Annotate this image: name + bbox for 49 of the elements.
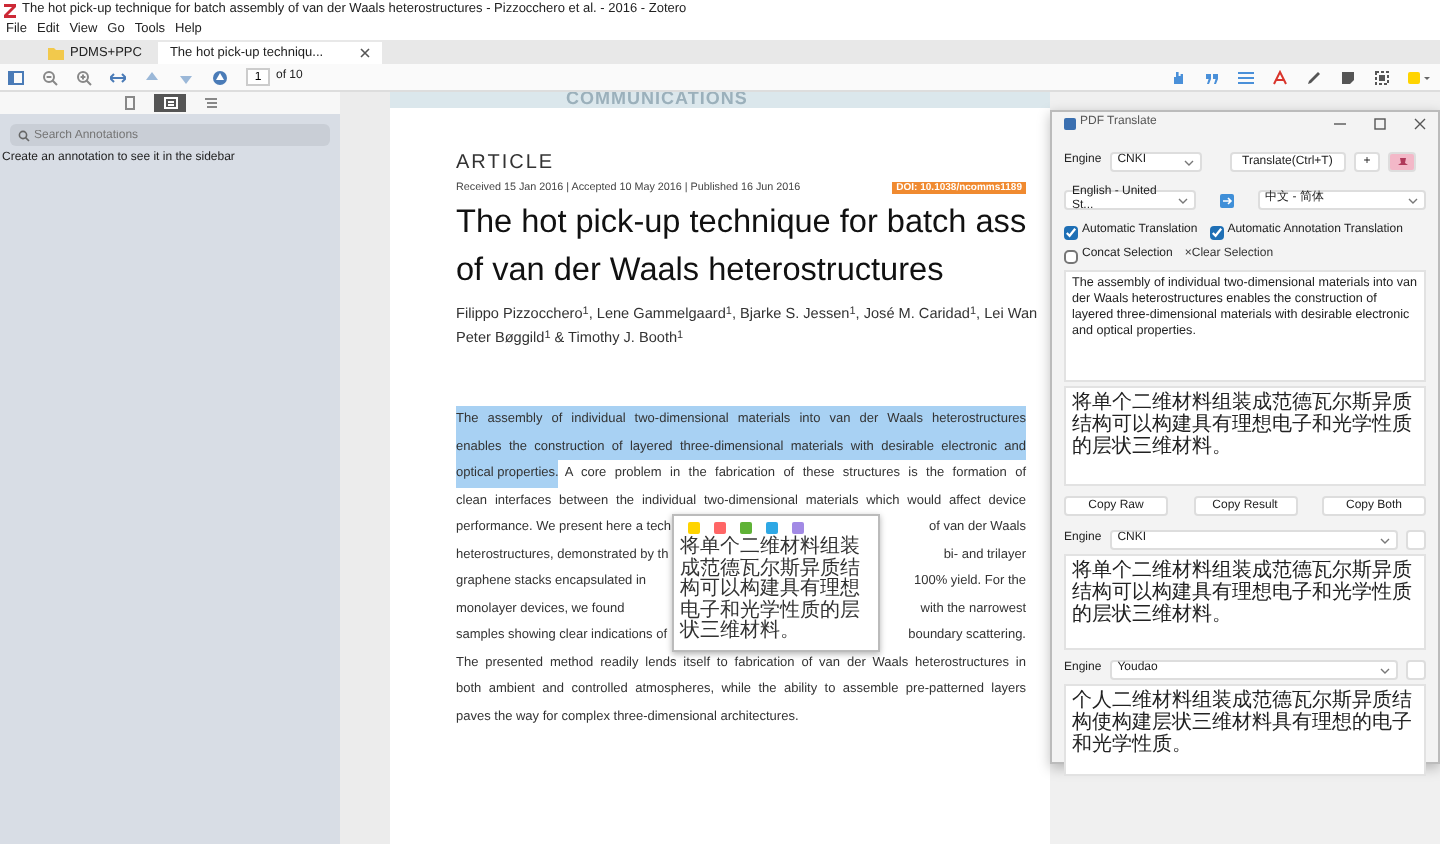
close-icon[interactable] [1414, 118, 1426, 130]
highlight-color-swatch[interactable] [688, 522, 700, 535]
thumbnails-icon [123, 96, 137, 110]
outline-icon [203, 96, 217, 110]
image-select-icon[interactable] [1374, 69, 1390, 85]
pdf-icon[interactable] [1272, 69, 1288, 85]
article-title: of van der Waals heterostructures [456, 250, 946, 291]
article-title: The hot pick-up technique for batch ass [456, 202, 1029, 243]
highlight-color-swatch[interactable] [740, 522, 752, 535]
folder-icon [48, 47, 64, 59]
fit-width-icon[interactable] [110, 69, 126, 85]
app-icon [1064, 118, 1076, 130]
result-text-field[interactable]: 将单个二维材料组装成范德瓦尔斯异质结构可以构建具有理想电子和光学性质的层状三维材料。 [1064, 554, 1426, 650]
zoom-out-icon[interactable] [42, 69, 58, 85]
close-icon[interactable] [359, 48, 370, 58]
dropdown-caret-icon [1380, 537, 1391, 543]
list-icon[interactable] [1238, 69, 1254, 85]
option-checkbox[interactable] [1209, 225, 1224, 239]
swap-languages-icon[interactable] [1219, 193, 1234, 207]
pin-icon [1397, 157, 1408, 167]
note-icon[interactable] [1340, 69, 1356, 85]
sidebar-toggle-icon[interactable] [8, 69, 24, 85]
dropdown-caret-icon [1380, 667, 1391, 673]
dropdown-caret-icon [1177, 197, 1188, 203]
search-icon [18, 129, 30, 141]
option-checkbox[interactable] [1064, 249, 1078, 263]
app-logo-icon [4, 3, 16, 17]
pencil-icon[interactable] [1306, 69, 1322, 85]
dropdown-caret-icon [1183, 159, 1194, 165]
view-toggle-button[interactable] [154, 94, 186, 112]
pin-button[interactable] [1388, 152, 1417, 172]
maximize-icon[interactable] [1374, 118, 1386, 130]
translation-text: 将单个二维材料组装成范德瓦尔斯异质结构可以构建具有理想电子和光学性质的层状三维材料。 [680, 538, 862, 644]
previous-page-icon[interactable] [144, 69, 160, 85]
highlight-color-swatch[interactable] [714, 522, 726, 535]
hand-icon[interactable] [1170, 69, 1186, 85]
journal-header: COMMUNICATIONS [390, 92, 1050, 108]
article-label: ARTICLE [456, 152, 557, 176]
quote-icon[interactable] [1204, 69, 1220, 85]
dropdown-caret-icon [1408, 197, 1418, 203]
option-checkbox[interactable] [1064, 225, 1078, 239]
result-text-field[interactable]: 个人二维材料组装成范德瓦尔斯异质结构使构建层状三维材料具有理想的电子和光学性质。 [1064, 684, 1426, 776]
highlight-color-swatch[interactable] [766, 522, 778, 535]
zoom-in-icon[interactable] [76, 69, 92, 85]
minimize-icon[interactable] [1334, 118, 1346, 130]
highlight-color-swatch[interactable] [792, 522, 804, 535]
navigate-icon[interactable] [212, 69, 228, 85]
color-picker-icon[interactable] [1408, 69, 1432, 85]
result-text-field[interactable]: 将单个二维材料组装成范德瓦尔斯异质结构可以构建具有理想电子和光学性质的层状三维材料。 [1064, 386, 1426, 486]
